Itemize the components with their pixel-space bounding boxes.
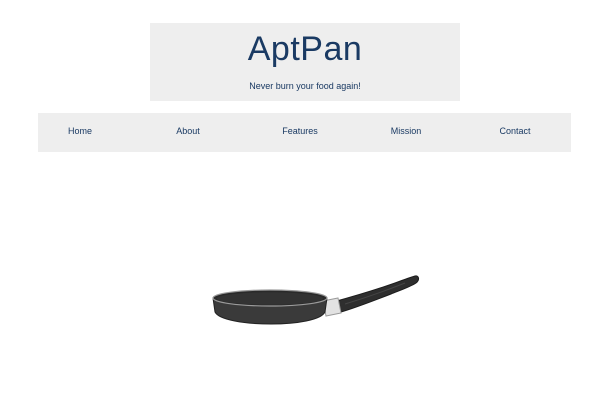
nav-contact-link[interactable]: Contact (499, 125, 530, 137)
nav-features-link[interactable]: Features (282, 125, 318, 137)
nav-mission-link[interactable]: Mission (391, 125, 422, 137)
nav-about-link[interactable]: About (176, 125, 200, 137)
main-nav: Home About Features Mission Contact (38, 113, 571, 152)
nav-home-link[interactable]: Home (68, 125, 92, 137)
pan-cooking-surface (217, 292, 323, 305)
site-title: AptPan (247, 30, 363, 68)
frying-pan-illustration (212, 275, 419, 325)
site-tagline: Never burn your food again! (249, 81, 361, 91)
site-header: AptPan Never burn your food again! (150, 23, 460, 101)
